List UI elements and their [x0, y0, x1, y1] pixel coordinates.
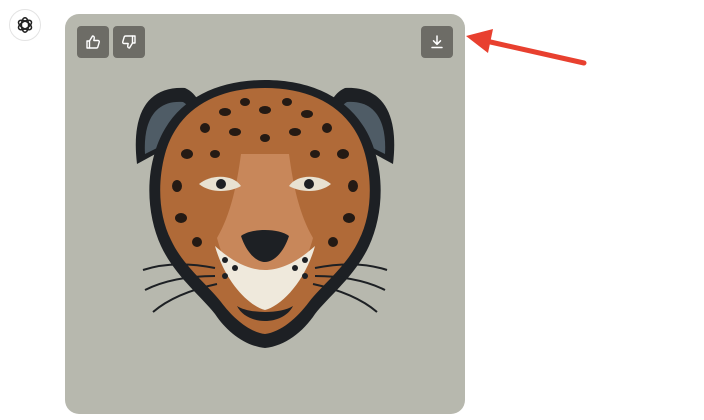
download-button[interactable] [421, 26, 453, 58]
generated-image[interactable] [65, 14, 465, 414]
thumbs-down-button[interactable] [113, 26, 145, 58]
jaguar-illustration [135, 80, 395, 348]
download-icon [431, 35, 443, 49]
assistant-avatar [9, 9, 41, 41]
red-arrow-icon [466, 29, 587, 66]
openai-logo-icon [17, 17, 33, 33]
thumbs-down-icon [122, 35, 136, 49]
thumbs-up-button[interactable] [77, 26, 109, 58]
thumbs-up-icon [86, 35, 100, 49]
